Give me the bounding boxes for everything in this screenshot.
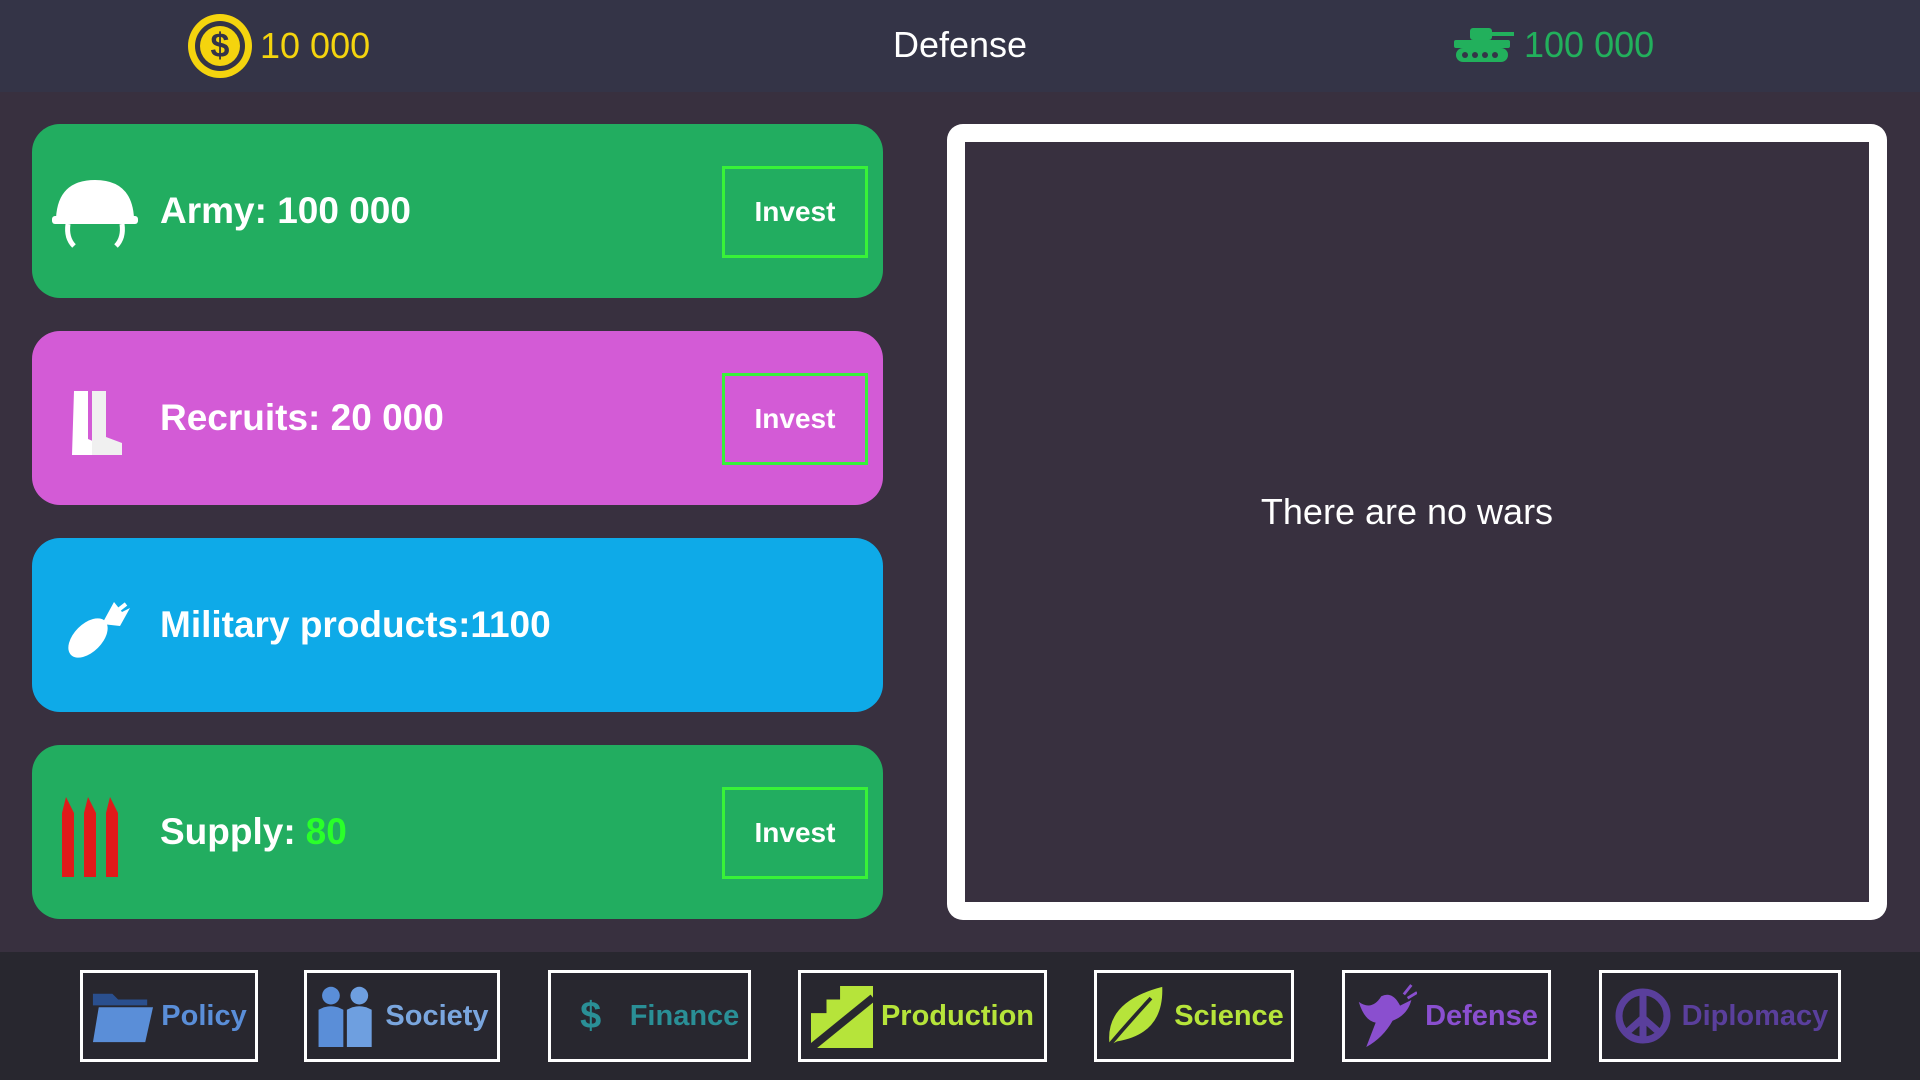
nav-policy-button[interactable]: Policy <box>80 970 258 1062</box>
nav-defense-label: Defense <box>1425 999 1538 1032</box>
troops-display: 100 000 <box>1452 24 1654 66</box>
nav-production-label: Production <box>880 999 1035 1032</box>
recruits-label: Recruits: 20 000 <box>160 397 444 438</box>
army-invest-button[interactable]: Invest <box>722 166 868 258</box>
recruits-card: Recruits: 20 000 Invest <box>32 331 883 505</box>
nav-diplomacy-button[interactable]: Diplomacy <box>1599 970 1841 1062</box>
nav-society-label: Society <box>385 999 489 1032</box>
supply-invest-button[interactable]: Invest <box>722 787 868 879</box>
nav-science-button[interactable]: Science <box>1094 970 1294 1062</box>
military-products-label: Military products:1100 <box>160 604 551 645</box>
supply-label: Supply: 80 <box>160 745 347 919</box>
factory-icon <box>810 985 873 1049</box>
peace-icon <box>1612 985 1674 1047</box>
troops-value: 100 000 <box>1524 24 1655 65</box>
nav-science-label: Science <box>1174 999 1284 1032</box>
boots-icon <box>72 391 122 455</box>
supply-label-text: Supply: <box>160 811 296 852</box>
helmet-icon <box>52 180 138 248</box>
nav-diplomacy-label: Diplomacy <box>1681 999 1829 1032</box>
leaf-icon <box>1104 985 1166 1049</box>
supply-value: 80 <box>305 811 347 852</box>
supply-card: Supply: 80 Invest <box>32 745 883 919</box>
nav-production-button[interactable]: Production <box>798 970 1047 1062</box>
nav-finance-label: Finance <box>629 999 740 1032</box>
nav-society-button[interactable]: Society <box>304 970 500 1062</box>
nav-defense-button[interactable]: Defense <box>1342 970 1551 1062</box>
tank-icon <box>1454 28 1514 62</box>
dollar-icon: $ <box>580 994 602 1037</box>
recruits-invest-button[interactable]: Invest <box>722 373 868 465</box>
military-products-card: Military products:1100 <box>32 538 883 712</box>
nav-policy-label: Policy <box>161 999 247 1032</box>
folder-icon <box>91 985 154 1047</box>
army-label: Army: 100 000 <box>160 190 411 231</box>
people-icon <box>315 985 377 1047</box>
dove-icon <box>1355 984 1418 1047</box>
nav-finance-button[interactable]: $ Finance <box>548 970 751 1062</box>
wars-panel: There are no wars <box>947 124 1887 920</box>
wars-message: There are no wars <box>1260 491 1554 532</box>
bomb-icon <box>68 602 130 658</box>
ammo-icon <box>62 797 118 877</box>
army-card: Army: 100 000 Invest <box>32 124 883 298</box>
